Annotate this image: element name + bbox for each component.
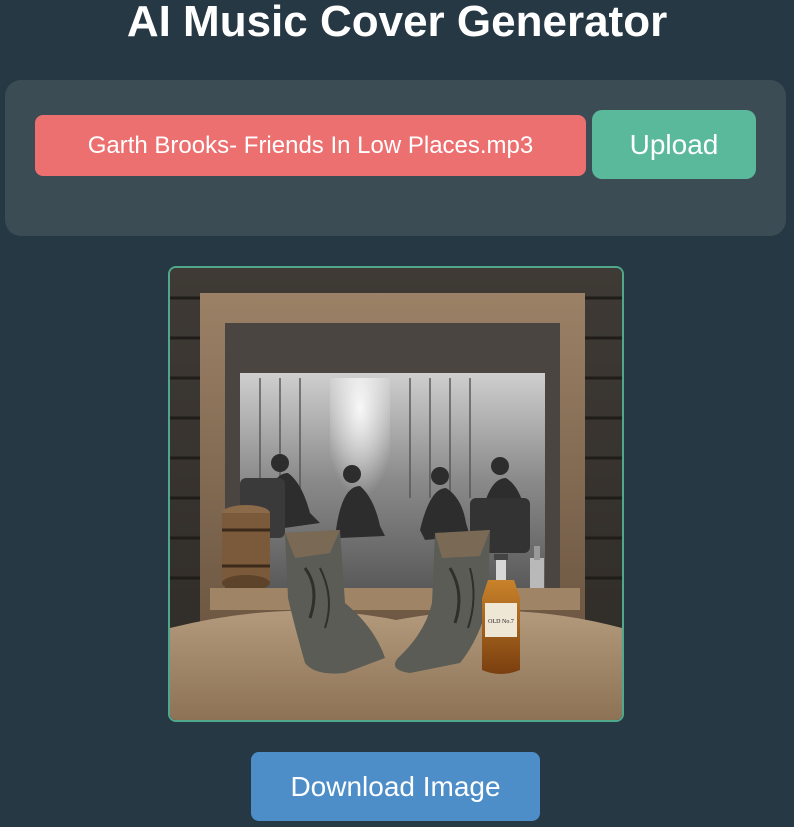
upload-panel: Garth Brooks- Friends In Low Places.mp3 … (5, 80, 786, 236)
cover-illustration: OLD No.7 (170, 268, 622, 720)
page-title: AI Music Cover Generator (126, 0, 668, 46)
download-image-button[interactable]: Download Image (251, 752, 540, 821)
page: AI Music Cover Generator Garth Brooks- F… (0, 0, 794, 827)
upload-button[interactable]: Upload (592, 110, 756, 179)
selected-file-chip[interactable]: Garth Brooks- Friends In Low Places.mp3 (35, 115, 586, 176)
bottle-label-text: OLD No.7 (488, 619, 514, 625)
barrel (222, 505, 270, 591)
cabin-floor (210, 588, 580, 610)
generated-cover-image: OLD No.7 (168, 266, 624, 722)
